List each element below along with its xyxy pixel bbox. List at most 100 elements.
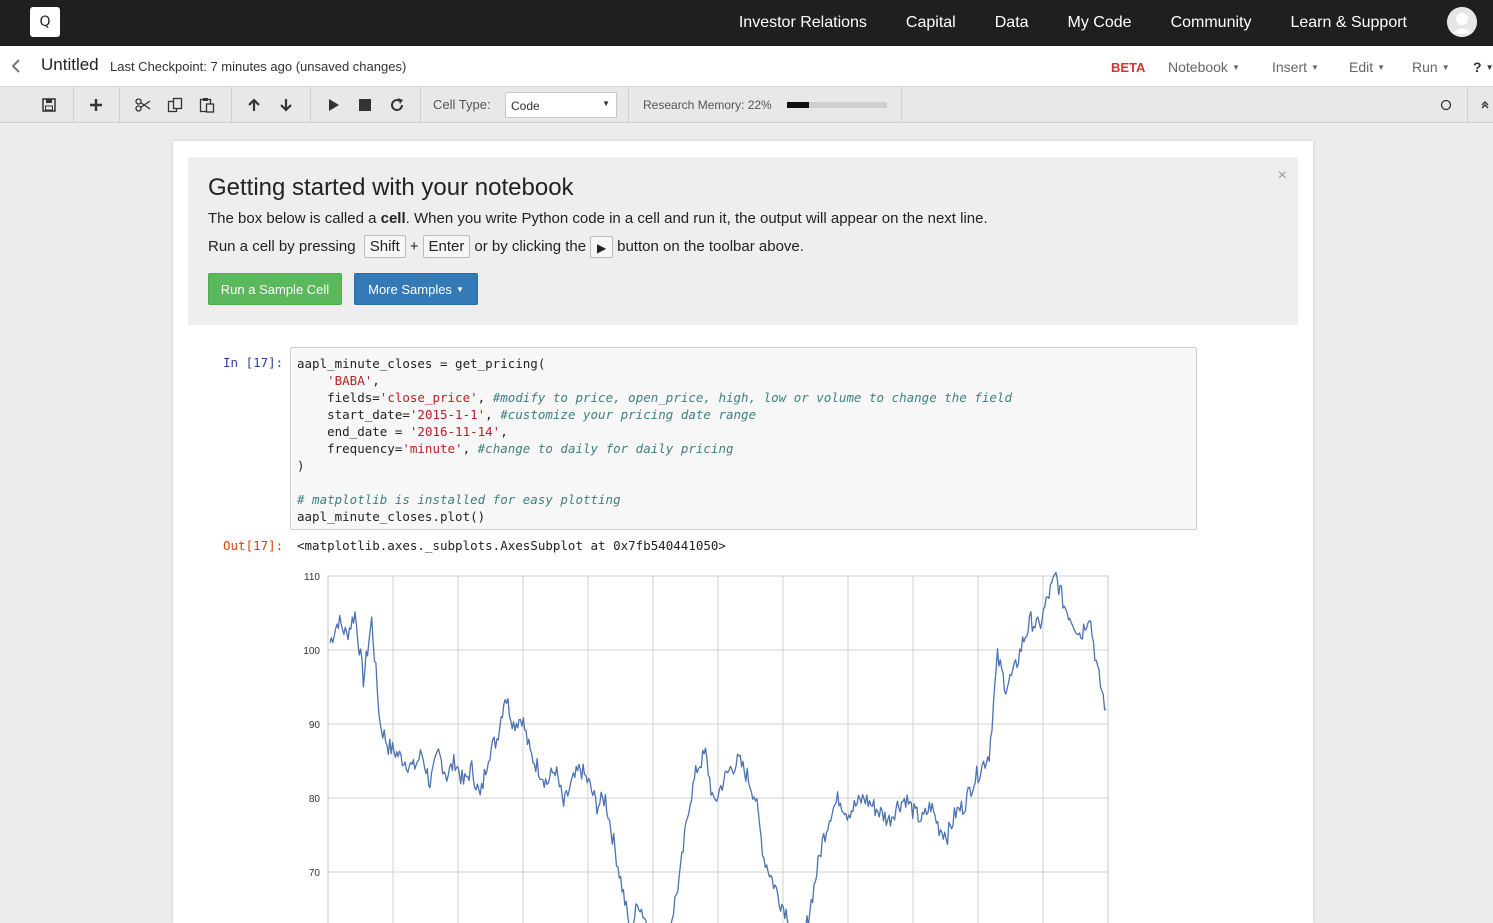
code-token: ,: [500, 424, 508, 439]
run-sample-cell-label: Run a Sample Cell: [220, 281, 330, 297]
toolbar-divider: [420, 87, 421, 123]
chevron-down-icon: ▼: [1311, 63, 1319, 72]
menu-edit-label: Edit: [1349, 59, 1374, 75]
chevron-down-icon: ▼: [1485, 63, 1493, 72]
toolbar-divider: [73, 87, 74, 123]
checkpoint-status: Last Checkpoint: 7 minutes ago (unsaved …: [110, 59, 407, 74]
paste-cell-button[interactable]: [194, 87, 220, 123]
stop-icon: [359, 99, 371, 111]
intro-text: button on the toolbar above.: [617, 238, 804, 255]
more-samples-label: More Samples: [368, 281, 452, 297]
cut-cell-button[interactable]: [130, 87, 156, 123]
research-memory-label: Research Memory: 22%: [643, 98, 772, 112]
code-token: aapl_minute_closes.plot(): [297, 509, 486, 524]
beta-badge: BETA: [1111, 60, 1146, 75]
input-prompt: In [17]:: [223, 355, 284, 370]
price-line-chart: 11010090807060: [303, 571, 1109, 923]
menu-insert[interactable]: Insert ▼: [1272, 59, 1319, 75]
menu-notebook-label: Notebook: [1168, 59, 1228, 75]
toolbar-divider: [628, 87, 629, 123]
code-token: ,: [477, 390, 493, 405]
close-icon[interactable]: ×: [1278, 167, 1287, 185]
getting-started-panel: Getting started with your notebook × The…: [188, 157, 1298, 325]
y-tick-label: 100: [303, 646, 320, 657]
back-arrow-icon[interactable]: [8, 56, 24, 76]
stop-kernel-button[interactable]: [352, 87, 378, 123]
code-comment: #change to daily for daily pricing: [477, 441, 734, 456]
move-cell-up-button[interactable]: [241, 87, 267, 123]
menu-run[interactable]: Run ▼: [1412, 59, 1450, 75]
chevron-down-icon: ▼: [1441, 63, 1450, 72]
move-cell-down-button[interactable]: [273, 87, 299, 123]
user-avatar[interactable]: [1447, 7, 1477, 37]
nav-capital[interactable]: Capital: [906, 14, 956, 32]
output-prompt: Out[17]:: [223, 538, 284, 553]
toolbar-divider: [231, 87, 232, 123]
y-tick-label: 70: [309, 868, 321, 879]
nav-investor-relations[interactable]: Investor Relations: [739, 14, 867, 32]
toolbar-divider: [310, 87, 311, 123]
code-string: '2015-1-1': [409, 407, 486, 422]
code-token: ,: [462, 441, 478, 456]
notebook-toolbar: Cell Type: Code ▼ Research Memory: 22%: [0, 87, 1493, 123]
more-samples-button[interactable]: More Samples ▼: [354, 273, 478, 305]
kernel-status: [1434, 87, 1458, 123]
main-nav: Investor Relations Capital Data My Code …: [700, 0, 1407, 46]
menu-notebook[interactable]: Notebook ▼: [1168, 59, 1240, 75]
code-string: 'BABA': [327, 373, 373, 388]
research-memory-fill: [787, 102, 809, 108]
arrow-up-icon: [248, 98, 260, 111]
save-button[interactable]: [36, 87, 62, 123]
code-string: 'minute': [402, 441, 463, 456]
chevron-down-icon: ▼: [455, 284, 464, 294]
cell-type-value: Code: [511, 99, 540, 113]
code-token: frequency=: [297, 441, 403, 456]
plus-icon: [90, 99, 102, 111]
code-string: '2016-11-14': [409, 424, 501, 439]
code-token: ): [297, 458, 305, 473]
insert-cell-button[interactable]: [84, 87, 108, 123]
kernel-idle-icon: [1440, 99, 1452, 111]
quantopian-logo[interactable]: Q: [30, 7, 60, 37]
menu-edit[interactable]: Edit ▼: [1349, 59, 1385, 75]
code-line: frequency='minute', #change to daily for…: [297, 440, 1012, 457]
intro-text: . When you write Python code in a cell a…: [405, 210, 988, 227]
copy-cell-button[interactable]: [162, 87, 188, 123]
nav-learn-support[interactable]: Learn & Support: [1290, 14, 1407, 32]
save-icon: [42, 98, 56, 112]
cell-type-select[interactable]: Code ▼: [505, 92, 617, 118]
intro-text: Run a cell by pressing: [208, 238, 356, 255]
menu-help[interactable]: ? ▼: [1473, 59, 1493, 75]
code-line: fields='close_price', #modify to price, …: [297, 389, 1012, 406]
menu-run-label: Run: [1412, 59, 1438, 75]
notebook-title[interactable]: Untitled: [41, 55, 99, 75]
restart-kernel-button[interactable]: [384, 87, 410, 123]
run-cell-button[interactable]: [320, 87, 346, 123]
notebook-page: Getting started with your notebook × The…: [173, 141, 1313, 923]
y-tick-label: 80: [309, 794, 321, 805]
shift-key: Shift: [363, 235, 406, 258]
code-line: end_date = '2016-11-14',: [297, 423, 1012, 440]
plus-sign: +: [409, 238, 419, 255]
nav-community[interactable]: Community: [1171, 14, 1252, 32]
toolbar-divider: [1467, 87, 1468, 123]
arrow-down-icon: [280, 99, 292, 112]
code-line: # matplotlib is installed for easy plott…: [297, 491, 1012, 508]
code-comment: #customize your pricing date range: [500, 407, 757, 422]
menu-insert-label: Insert: [1272, 59, 1308, 75]
paste-icon: [199, 98, 215, 113]
help-icon: ?: [1473, 59, 1482, 75]
code-cell-editor[interactable]: aapl_minute_closes = get_pricing( 'BABA'…: [290, 347, 1197, 530]
code-token: start_date=: [297, 407, 410, 422]
run-sample-cell-button[interactable]: Run a Sample Cell: [208, 273, 342, 305]
collapse-header-button[interactable]: [1476, 87, 1493, 123]
nav-data[interactable]: Data: [995, 14, 1029, 32]
double-chevron-up-icon: [1481, 101, 1488, 109]
nav-my-code[interactable]: My Code: [1068, 14, 1132, 32]
y-tick-label: 90: [309, 720, 321, 731]
code-line: ): [297, 457, 1012, 474]
refresh-icon: [391, 98, 404, 111]
chevron-down-icon: ▼: [1231, 63, 1240, 72]
code-token: ,: [372, 373, 380, 388]
